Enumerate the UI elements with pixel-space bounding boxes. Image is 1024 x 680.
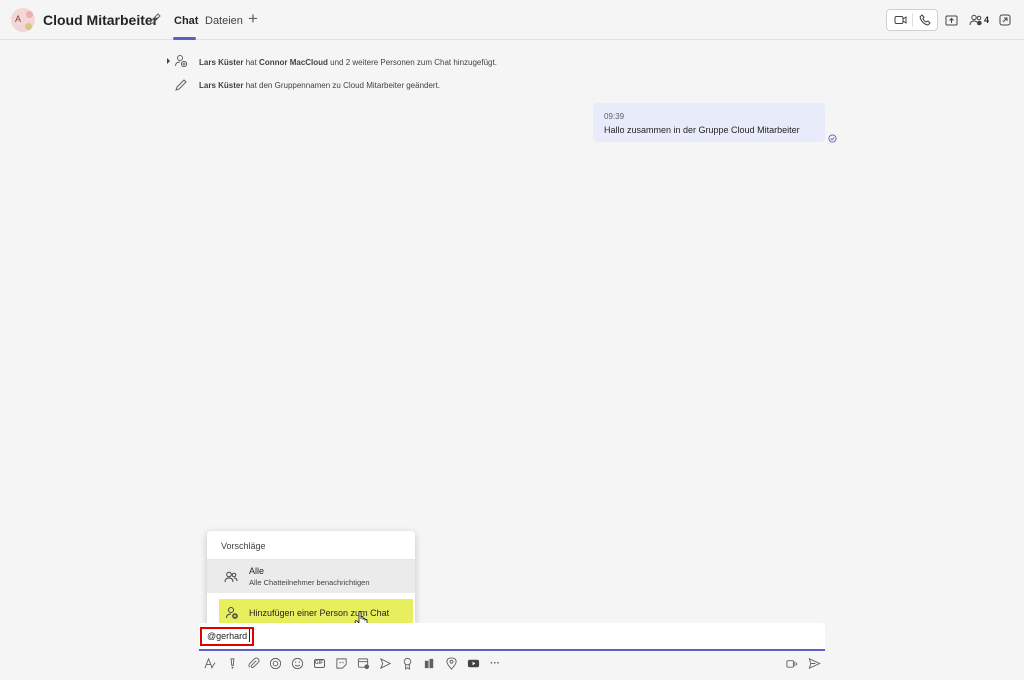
call-buttons xyxy=(886,9,938,31)
system-message-subject: Connor MacCloud xyxy=(259,58,328,67)
praise-icon[interactable] xyxy=(400,656,414,670)
add-person-icon xyxy=(175,55,188,68)
approvals-icon[interactable] xyxy=(422,656,436,670)
system-message-text: und 2 weitere Personen zum Chat hinzugef… xyxy=(327,58,497,67)
chat-title: Cloud Mitarbeiter xyxy=(43,12,159,28)
system-message-text: hat den Gruppennamen zu Cloud Mitarbeite… xyxy=(243,81,441,90)
share-screen-icon[interactable] xyxy=(941,10,961,30)
suggestions-header: Vorschläge xyxy=(221,541,266,551)
expand-caret-icon[interactable] xyxy=(167,58,170,64)
system-message-text: hat xyxy=(243,58,260,67)
pencil-icon xyxy=(175,79,187,91)
annotation-highlight-box xyxy=(200,627,254,646)
avatar-letter: A xyxy=(15,14,22,24)
avatar-dot xyxy=(26,11,33,18)
chat-header: A Cloud Mitarbeiter Chat Dateien + 4 xyxy=(0,0,1024,40)
add-tab-button[interactable]: + xyxy=(248,9,258,29)
audio-call-icon[interactable] xyxy=(915,10,935,30)
location-icon[interactable] xyxy=(444,656,458,670)
add-person-icon xyxy=(226,607,238,619)
suggestion-all-title: Alle xyxy=(249,566,265,576)
more-icon[interactable]: ··· xyxy=(488,656,502,670)
system-message-actor: Lars Küster xyxy=(199,81,244,90)
emoji-icon[interactable] xyxy=(290,656,304,670)
more-dots: ··· xyxy=(490,657,500,669)
edit-pencil-icon[interactable] xyxy=(148,12,162,26)
suggestion-all[interactable]: Alle Alle Chatteilnehmer benachrichtigen xyxy=(207,560,415,593)
message-bubble[interactable]: 09:39 Hallo zusammen in der Gruppe Cloud… xyxy=(593,103,825,142)
divider xyxy=(912,13,913,27)
group-avatar[interactable]: A xyxy=(11,8,35,32)
people-icon xyxy=(224,571,238,583)
loop-icon[interactable] xyxy=(268,656,282,670)
format-icon[interactable] xyxy=(202,656,216,670)
message-text: Hallo zusammen in der Gruppe Cloud Mitar… xyxy=(604,125,800,135)
tab-files[interactable]: Dateien xyxy=(205,15,243,27)
participants-count: 4 xyxy=(984,15,990,25)
attach-icon[interactable] xyxy=(246,656,260,670)
schedule-meeting-icon[interactable] xyxy=(356,656,370,670)
read-receipt-icon xyxy=(828,134,837,143)
youtube-icon[interactable] xyxy=(466,656,480,670)
important-icon[interactable] xyxy=(225,656,239,670)
video-call-icon[interactable] xyxy=(890,10,910,30)
active-tab-indicator xyxy=(173,37,196,40)
dictate-icon[interactable] xyxy=(785,656,799,670)
tab-chat[interactable]: Chat xyxy=(174,15,198,27)
avatar-dot xyxy=(25,23,32,30)
sticker-icon[interactable] xyxy=(334,656,348,670)
message-time: 09:39 xyxy=(604,112,625,121)
suggestion-all-subtitle: Alle Chatteilnehmer benachrichtigen xyxy=(249,578,370,587)
system-message: Lars Küster hat den Gruppennamen zu Clou… xyxy=(199,81,440,90)
system-message: Lars Küster hat Connor MacCloud und 2 we… xyxy=(199,58,497,67)
gif-icon[interactable]: GIF xyxy=(312,656,326,670)
participants-icon[interactable] xyxy=(966,10,986,30)
compose-box[interactable] xyxy=(199,623,825,651)
system-message-actor: Lars Küster xyxy=(199,58,244,67)
gif-label: GIF xyxy=(313,658,325,668)
stream-icon[interactable] xyxy=(378,656,392,670)
mention-suggestions-popup: Vorschläge Alle Alle Chatteilnehmer bena… xyxy=(207,531,415,627)
popout-icon[interactable] xyxy=(995,10,1015,30)
send-icon[interactable] xyxy=(807,656,821,670)
